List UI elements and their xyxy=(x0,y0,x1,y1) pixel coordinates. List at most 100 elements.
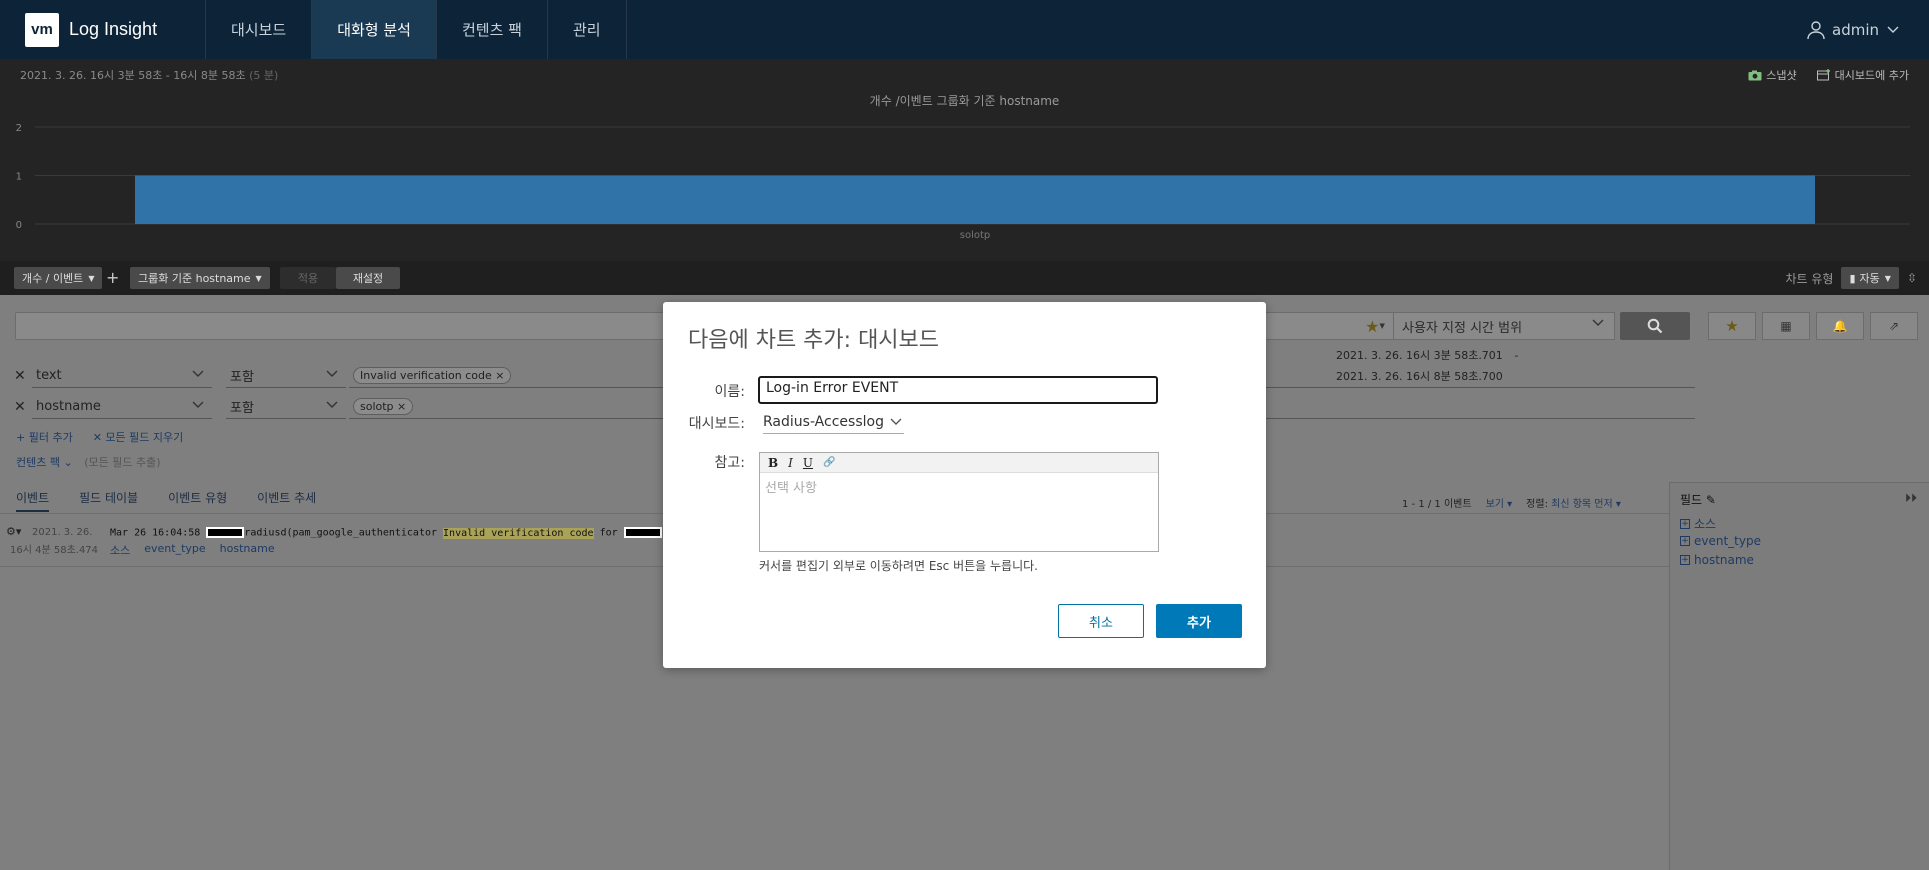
redacted-block xyxy=(623,527,662,538)
link-icon[interactable]: 🔗 xyxy=(823,457,835,468)
tab-events[interactable]: 이벤트 xyxy=(16,489,50,512)
gear-icon[interactable]: ⚙▾ xyxy=(6,525,21,538)
chart-area: 2021. 3. 26. 16시 3분 58초 - 16시 8분 58초 (5 … xyxy=(0,59,1929,261)
editor-toolbar: B I U 🔗 xyxy=(760,453,1158,473)
nav-content-pack[interactable]: 컨텐츠 팩 xyxy=(437,0,548,59)
clear-filters-link[interactable]: ✕ 모든 필드 지우기 xyxy=(93,429,184,445)
expand-icon[interactable]: ⏵⏵ xyxy=(1905,491,1917,506)
chevron-down-icon xyxy=(1592,319,1604,326)
add-metric-button[interactable]: + xyxy=(106,267,119,289)
dashboard-select[interactable]: Radius-Accesslog xyxy=(763,412,904,434)
chart-type-control: 차트 유형 ▮ 자동 ▼ ⇳ xyxy=(1785,267,1917,289)
dashboard-select-value: Radius-Accesslog xyxy=(763,414,884,430)
bold-icon[interactable]: B xyxy=(768,456,778,470)
event-field-hostname[interactable]: hostname xyxy=(220,542,275,558)
content-pack-dropdown[interactable]: 컨텐츠 팩 xyxy=(16,456,60,469)
event-time: 16시 4분 58초.474 xyxy=(10,545,99,556)
event-field-event-type[interactable]: event_type xyxy=(144,542,205,558)
nav-interactive-analysis[interactable]: 대화형 분석 xyxy=(312,0,437,59)
remove-filter-icon[interactable]: ✕ xyxy=(14,368,32,384)
filter-value-chip[interactable]: Invalid verification code × xyxy=(353,367,512,384)
italic-icon[interactable]: I xyxy=(788,456,793,470)
time-range-select[interactable]: 사용자 지정 시간 범위 xyxy=(1393,312,1615,340)
filter-links: + 필터 추가 ✕ 모든 필드 지우기 xyxy=(16,429,183,445)
favorite-add-button[interactable]: ★ xyxy=(1708,312,1756,340)
close-icon[interactable]: × xyxy=(495,369,504,382)
note-label: 참고: xyxy=(714,455,745,471)
plus-box-icon: + xyxy=(1680,518,1690,529)
field-item-label: hostname xyxy=(1694,553,1754,567)
chart-name-input[interactable]: Log-in Error EVENT xyxy=(758,376,1158,404)
event-for-text: for xyxy=(599,527,618,539)
sort-dropdown[interactable]: 최신 항목 먼저 ▾ xyxy=(1551,499,1621,510)
chevron-down-icon xyxy=(192,401,204,408)
group-by-dropdown[interactable]: 그룹화 기준 hostname ▼ xyxy=(130,267,270,289)
content-pack-selector: 컨텐츠 팩 ⌄ (모든 필드 추출) xyxy=(16,454,161,470)
favorite-dropdown[interactable]: ★ ▼ xyxy=(1357,312,1393,340)
add-filter-link[interactable]: + 필터 추가 xyxy=(16,429,73,445)
reset-button[interactable]: 재설정 xyxy=(336,267,400,289)
pencil-icon[interactable]: ✎ xyxy=(1706,493,1716,507)
export-button[interactable]: ⇗ xyxy=(1870,312,1918,340)
chip-text: Invalid verification code xyxy=(360,369,492,382)
chevron-down-icon xyxy=(192,370,204,377)
time-range-value: 사용자 지정 시간 범위 xyxy=(1402,320,1523,336)
top-navigation-bar: vm Log Insight 대시보드 대화형 분석 컨텐츠 팩 관리 admi… xyxy=(0,0,1929,59)
editor-hint: 커서를 편집기 외부로 이동하려면 Esc 버튼을 누릅니다. xyxy=(759,559,1038,573)
filter-field-select[interactable]: text xyxy=(32,364,212,388)
add-button[interactable]: 추가 xyxy=(1156,604,1242,638)
chart-type-dropdown[interactable]: ▮ 자동 ▼ xyxy=(1841,267,1899,289)
caret-down-icon: ▼ xyxy=(1379,322,1385,330)
bar[interactable] xyxy=(135,175,1815,225)
chevron-down-icon xyxy=(1887,26,1899,33)
nav-admin[interactable]: 관리 xyxy=(548,0,627,59)
event-count: 1 - 1 / 1 이벤트 xyxy=(1402,499,1472,510)
chevron-down-icon xyxy=(890,418,902,425)
star-icon: ★ xyxy=(1365,316,1380,336)
sort-value: 최신 항목 먼저 xyxy=(1551,499,1613,510)
user-menu[interactable]: admin xyxy=(1806,0,1899,59)
chart-type-label: 차트 유형 xyxy=(1785,271,1834,286)
user-name: admin xyxy=(1832,20,1879,39)
metric-dropdown[interactable]: 개수 / 이벤트 ▼ xyxy=(14,267,103,289)
add-to-dashboard-tool-button[interactable]: ▦ xyxy=(1762,312,1810,340)
time-dash: - xyxy=(1514,349,1519,362)
plus-box-icon: + xyxy=(1680,555,1690,565)
note-textarea[interactable]: 선택 사항 xyxy=(760,473,1158,500)
field-item[interactable]: + hostname xyxy=(1680,553,1754,567)
nav-dashboard[interactable]: 대시보드 xyxy=(206,0,313,59)
view-dropdown[interactable]: 보기 ▾ xyxy=(1486,495,1513,510)
underline-icon[interactable]: U xyxy=(803,456,813,470)
filter-row-hostname: ✕ hostname 포함 xyxy=(14,395,346,419)
group-by-label: 그룹화 기준 hostname xyxy=(138,272,251,285)
add-chart-dialog: 다음에 차트 추가: 대시보드 이름: Log-in Error EVENT 대… xyxy=(663,302,1266,668)
field-item[interactable]: + event_type xyxy=(1680,534,1761,548)
filter-field-value: hostname xyxy=(36,399,101,414)
apply-button[interactable]: 적용 xyxy=(280,267,336,289)
field-item-label: 소스 xyxy=(1694,517,1717,531)
filter-op-select[interactable]: 포함 xyxy=(226,364,346,388)
tab-event-types[interactable]: 이벤트 유형 xyxy=(168,489,227,512)
remove-filter-icon[interactable]: ✕ xyxy=(14,399,32,415)
share-icon: ⇗ xyxy=(1888,319,1900,333)
cancel-button[interactable]: 취소 xyxy=(1058,604,1144,638)
chevron-down-icon: ⌄ xyxy=(63,456,73,469)
filter-value-chip[interactable]: solotp × xyxy=(353,398,414,415)
field-item[interactable]: + 소스 xyxy=(1680,515,1716,532)
fields-title: 필드 xyxy=(1680,493,1703,507)
metric-label: 개수 / 이벤트 xyxy=(22,272,84,285)
collapse-icon[interactable]: ⇳ xyxy=(1907,271,1917,285)
filter-op-select[interactable]: 포함 xyxy=(226,395,346,419)
close-icon[interactable]: × xyxy=(397,400,406,413)
note-editor: B I U 🔗 선택 사항 xyxy=(759,452,1159,552)
tab-event-trends[interactable]: 이벤트 추세 xyxy=(257,489,316,512)
search-button[interactable] xyxy=(1620,312,1690,340)
alert-button[interactable]: 🔔 xyxy=(1816,312,1864,340)
bar-chart: 0 1 2 solotp xyxy=(16,123,1910,241)
filter-op-value: 포함 xyxy=(230,370,254,385)
y-tick-label: 0 xyxy=(16,220,22,231)
event-field-source[interactable]: 소스 xyxy=(110,542,130,558)
filter-field-select[interactable]: hostname xyxy=(32,395,212,419)
tab-field-table[interactable]: 필드 테이블 xyxy=(79,489,138,512)
app-logo[interactable]: vm Log Insight xyxy=(0,0,205,59)
